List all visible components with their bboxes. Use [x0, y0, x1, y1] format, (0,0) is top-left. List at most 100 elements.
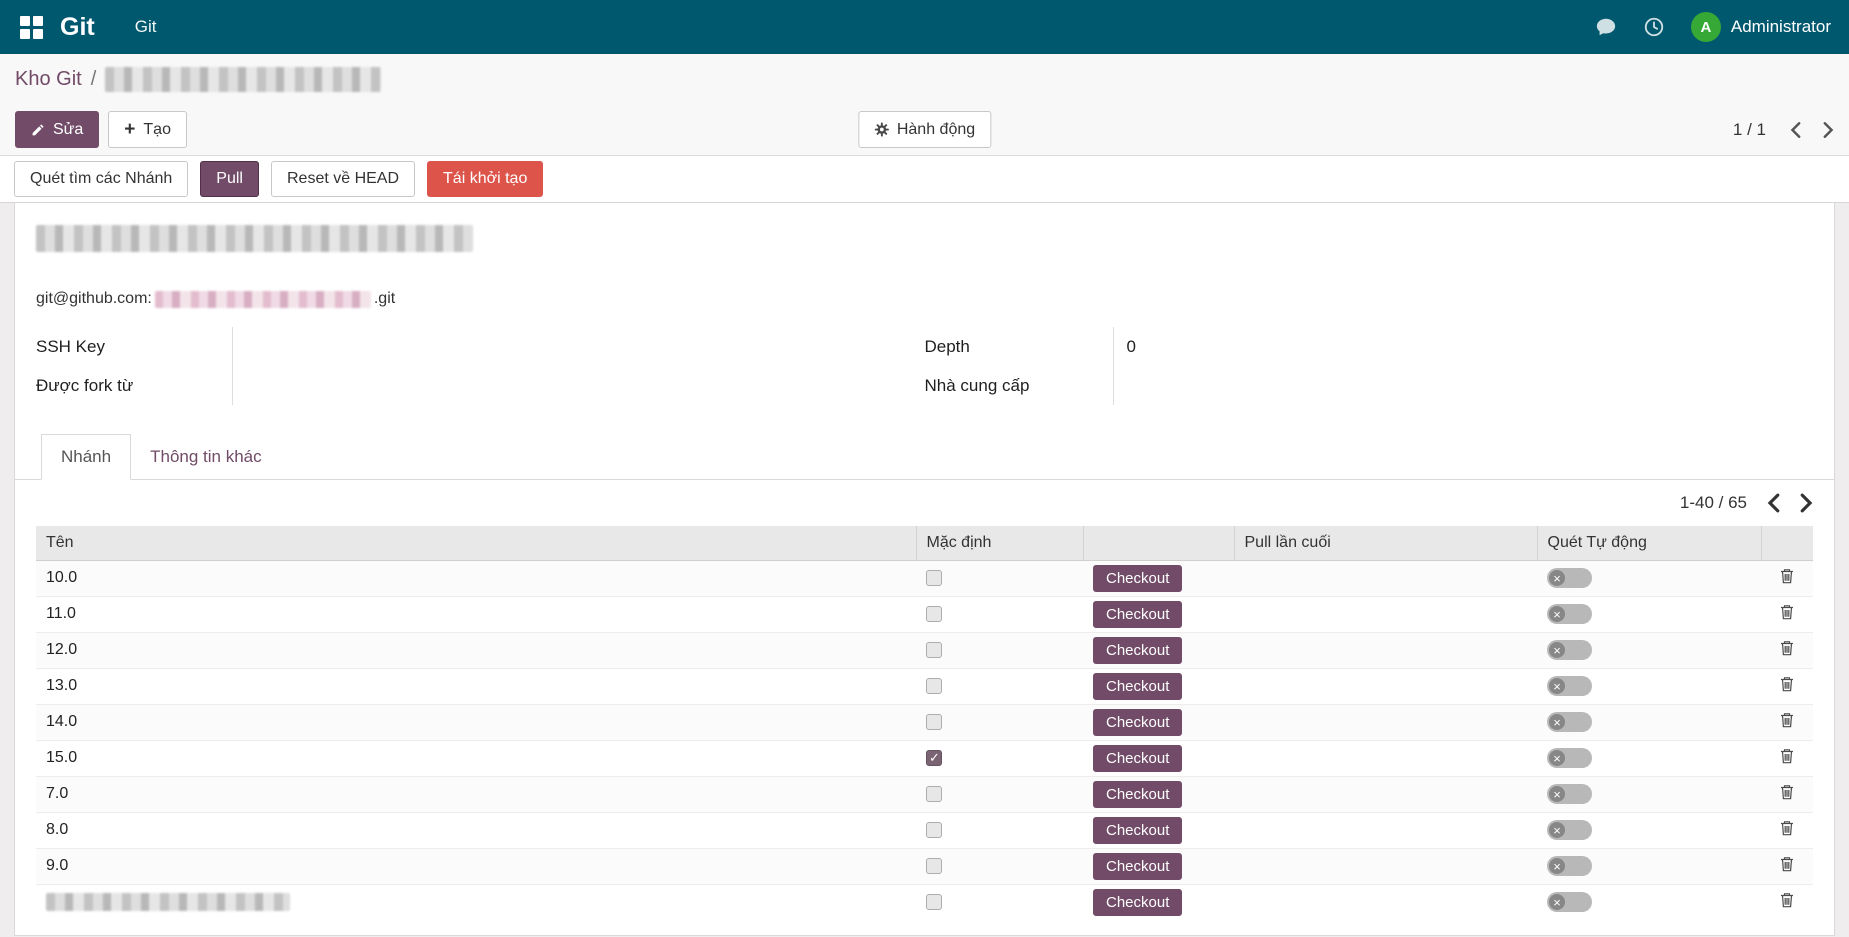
- apps-menu-icon[interactable]: [18, 14, 44, 40]
- breadcrumb-current-redacted: [105, 67, 381, 92]
- branch-name-cell: 15.0: [36, 740, 916, 776]
- checkout-button[interactable]: Checkout: [1093, 817, 1182, 844]
- autoscan-toggle[interactable]: ×: [1547, 676, 1592, 696]
- delete-icon[interactable]: [1780, 712, 1794, 728]
- branch-name-cell: 7.0: [36, 776, 916, 812]
- default-checkbox[interactable]: [926, 750, 942, 766]
- messages-icon[interactable]: [1595, 16, 1617, 38]
- delete-icon[interactable]: [1780, 892, 1794, 908]
- branch-default-cell: [916, 560, 1083, 596]
- app-brand[interactable]: Git: [60, 13, 95, 42]
- autoscan-toggle[interactable]: ×: [1547, 604, 1592, 624]
- branch-row[interactable]: 11.0 Checkout ×: [36, 596, 1813, 632]
- branch-last-pull-cell: [1234, 740, 1537, 776]
- checkout-button[interactable]: Checkout: [1093, 637, 1182, 664]
- branch-checkout-cell: Checkout: [1083, 596, 1234, 632]
- autoscan-toggle[interactable]: ×: [1547, 712, 1592, 732]
- create-button[interactable]: + Tạo: [108, 111, 187, 148]
- autoscan-toggle[interactable]: ×: [1547, 856, 1592, 876]
- delete-icon[interactable]: [1780, 748, 1794, 764]
- tab-other-info[interactable]: Thông tin khác: [131, 434, 281, 479]
- branch-row[interactable]: 10.0 Checkout ×: [36, 560, 1813, 596]
- menu-item-git[interactable]: Git: [135, 17, 157, 37]
- pager-previous-icon[interactable]: [1790, 121, 1801, 139]
- reset-head-button[interactable]: Reset về HEAD: [271, 161, 415, 197]
- autoscan-toggle[interactable]: ×: [1547, 568, 1592, 588]
- delete-icon[interactable]: [1780, 640, 1794, 656]
- scan-branches-button[interactable]: Quét tìm các Nhánh: [14, 161, 188, 197]
- repo-url-redacted: [155, 291, 371, 308]
- toggle-off-icon: ×: [1549, 858, 1565, 874]
- column-header-autoscan[interactable]: Quét Tự động: [1537, 526, 1761, 560]
- default-checkbox[interactable]: [926, 606, 942, 622]
- toggle-off-icon: ×: [1549, 750, 1565, 766]
- autoscan-toggle[interactable]: ×: [1547, 640, 1592, 660]
- column-header-checkout[interactable]: [1083, 526, 1234, 560]
- default-checkbox[interactable]: [926, 858, 942, 874]
- default-checkbox[interactable]: [926, 714, 942, 730]
- tab-branches[interactable]: Nhánh: [41, 434, 131, 480]
- breadcrumb: Kho Git /: [0, 54, 1849, 104]
- branch-autoscan-cell: ×: [1537, 560, 1761, 596]
- delete-icon[interactable]: [1780, 676, 1794, 692]
- branch-last-pull-cell: [1234, 884, 1537, 920]
- default-checkbox[interactable]: [926, 822, 942, 838]
- delete-icon[interactable]: [1780, 604, 1794, 620]
- branch-row[interactable]: 9.0 Checkout ×: [36, 848, 1813, 884]
- branches-table-body: 10.0 Checkout × 11.0 Checkout × 12.0 Che…: [36, 560, 1813, 920]
- plus-icon: +: [124, 120, 135, 139]
- default-checkbox[interactable]: [926, 678, 942, 694]
- checkout-button[interactable]: Checkout: [1093, 853, 1182, 880]
- branch-autoscan-cell: ×: [1537, 848, 1761, 884]
- toggle-off-icon: ×: [1549, 786, 1565, 802]
- autoscan-toggle[interactable]: ×: [1547, 784, 1592, 804]
- branch-name-cell: 13.0: [36, 668, 916, 704]
- edit-button[interactable]: Sửa: [15, 111, 99, 148]
- breadcrumb-separator: /: [91, 68, 97, 91]
- default-checkbox[interactable]: [926, 642, 942, 658]
- checkout-button[interactable]: Checkout: [1093, 745, 1182, 772]
- branch-row[interactable]: 12.0 Checkout ×: [36, 632, 1813, 668]
- branch-row[interactable]: 13.0 Checkout ×: [36, 668, 1813, 704]
- reinitialize-button[interactable]: Tái khởi tạo: [427, 161, 543, 197]
- list-pager-previous-icon[interactable]: [1767, 493, 1780, 513]
- branch-delete-cell: [1761, 632, 1813, 668]
- list-pager-next-icon[interactable]: [1800, 493, 1813, 513]
- default-checkbox[interactable]: [926, 786, 942, 802]
- branch-row[interactable]: 14.0 Checkout ×: [36, 704, 1813, 740]
- branch-name: 7.0: [46, 785, 68, 802]
- default-checkbox[interactable]: [926, 570, 942, 586]
- toggle-off-icon: ×: [1549, 894, 1565, 910]
- checkout-button[interactable]: Checkout: [1093, 673, 1182, 700]
- user-menu[interactable]: A Administrator: [1691, 12, 1831, 42]
- checkout-button[interactable]: Checkout: [1093, 565, 1182, 592]
- branch-row[interactable]: 15.0 Checkout ×: [36, 740, 1813, 776]
- branch-row[interactable]: 8.0 Checkout ×: [36, 812, 1813, 848]
- list-pager-value[interactable]: 1-40 / 65: [1680, 493, 1747, 513]
- pager-next-icon[interactable]: [1823, 121, 1834, 139]
- default-checkbox[interactable]: [926, 894, 942, 910]
- branch-row[interactable]: Checkout ×: [36, 884, 1813, 920]
- pull-button[interactable]: Pull: [200, 161, 259, 197]
- pager-value[interactable]: 1 / 1: [1733, 120, 1766, 140]
- autoscan-toggle[interactable]: ×: [1547, 820, 1592, 840]
- breadcrumb-root-link[interactable]: Kho Git: [15, 68, 82, 91]
- checkout-button[interactable]: Checkout: [1093, 601, 1182, 628]
- form-sheet: git@github.com: .git SSH Key Được fork t…: [14, 203, 1835, 936]
- column-header-default[interactable]: Mặc định: [916, 526, 1083, 560]
- repo-url-suffix: .git: [374, 290, 395, 308]
- autoscan-toggle[interactable]: ×: [1547, 748, 1592, 768]
- column-header-last-pull[interactable]: Pull lần cuối: [1234, 526, 1537, 560]
- activities-clock-icon[interactable]: [1643, 16, 1665, 38]
- checkout-button[interactable]: Checkout: [1093, 889, 1182, 916]
- delete-icon[interactable]: [1780, 784, 1794, 800]
- checkout-button[interactable]: Checkout: [1093, 781, 1182, 808]
- delete-icon[interactable]: [1780, 568, 1794, 584]
- delete-icon[interactable]: [1780, 856, 1794, 872]
- action-menu-button[interactable]: Hành động: [858, 111, 991, 148]
- branch-row[interactable]: 7.0 Checkout ×: [36, 776, 1813, 812]
- checkout-button[interactable]: Checkout: [1093, 709, 1182, 736]
- autoscan-toggle[interactable]: ×: [1547, 892, 1592, 912]
- column-header-name[interactable]: Tên: [36, 526, 916, 560]
- delete-icon[interactable]: [1780, 820, 1794, 836]
